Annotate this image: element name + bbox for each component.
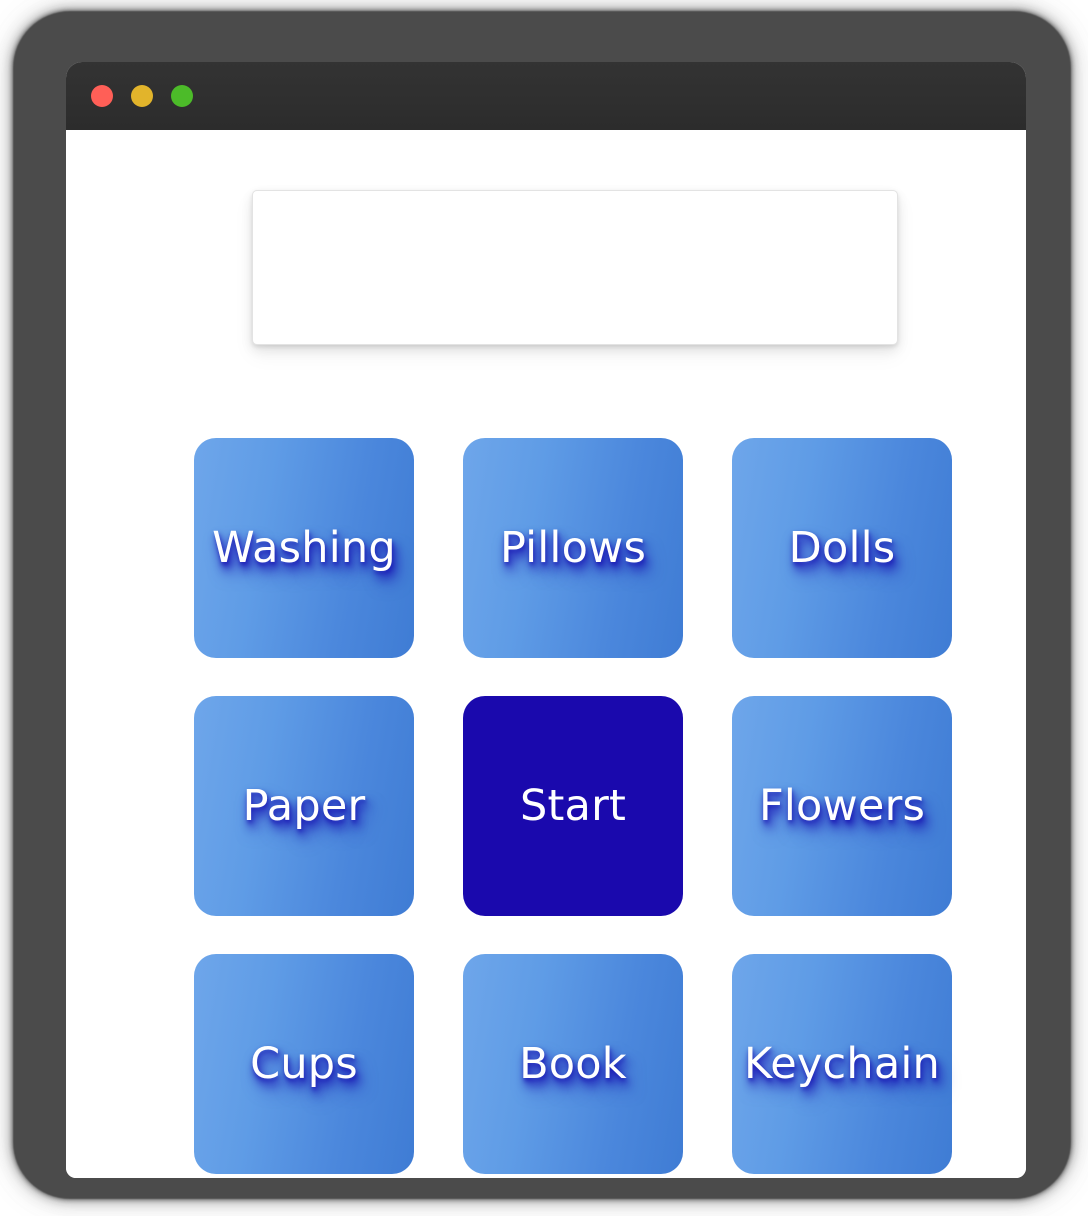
tile-label: Book bbox=[519, 1038, 627, 1089]
minimize-traffic-light-icon[interactable] bbox=[131, 85, 153, 107]
close-traffic-light-icon[interactable] bbox=[91, 85, 113, 107]
tile-cups[interactable]: Cups bbox=[194, 954, 414, 1174]
tile-label: Dolls bbox=[788, 522, 896, 573]
browser-window: Washing Pillows Dolls Paper Start Flowers Cups… bbox=[66, 62, 1026, 1178]
tile-keychain[interactable]: Keychain bbox=[732, 954, 952, 1174]
window-content: Washing Pillows Dolls Paper Start Flowers Cups… bbox=[66, 130, 1026, 1178]
tile-label: Pillows bbox=[499, 522, 647, 573]
tile-label: Cups bbox=[250, 1038, 358, 1089]
tile-dolls[interactable]: Dolls bbox=[732, 438, 952, 658]
display-input[interactable] bbox=[252, 190, 898, 345]
tile-book[interactable]: Book bbox=[463, 954, 683, 1174]
keypad-grid: Washing Pillows Dolls Paper Start Flowers Cups… bbox=[194, 438, 959, 1174]
tile-label: Keychain bbox=[743, 1038, 940, 1089]
tile-washing[interactable]: Washing bbox=[194, 438, 414, 658]
title-bar bbox=[66, 62, 1026, 130]
tile-pillows[interactable]: Pillows bbox=[463, 438, 683, 658]
tile-label: Flowers bbox=[758, 780, 926, 831]
tile-paper[interactable]: Paper bbox=[194, 696, 414, 916]
tile-flowers[interactable]: Flowers bbox=[732, 696, 952, 916]
tile-label: Washing bbox=[212, 522, 396, 573]
maximize-traffic-light-icon[interactable] bbox=[171, 85, 193, 107]
tile-start[interactable]: Start bbox=[463, 696, 683, 916]
tile-label: Start bbox=[519, 780, 627, 831]
tile-label: Paper bbox=[242, 780, 366, 831]
device-bezel: Washing Pillows Dolls Paper Start Flowers Cups… bbox=[14, 12, 1070, 1198]
